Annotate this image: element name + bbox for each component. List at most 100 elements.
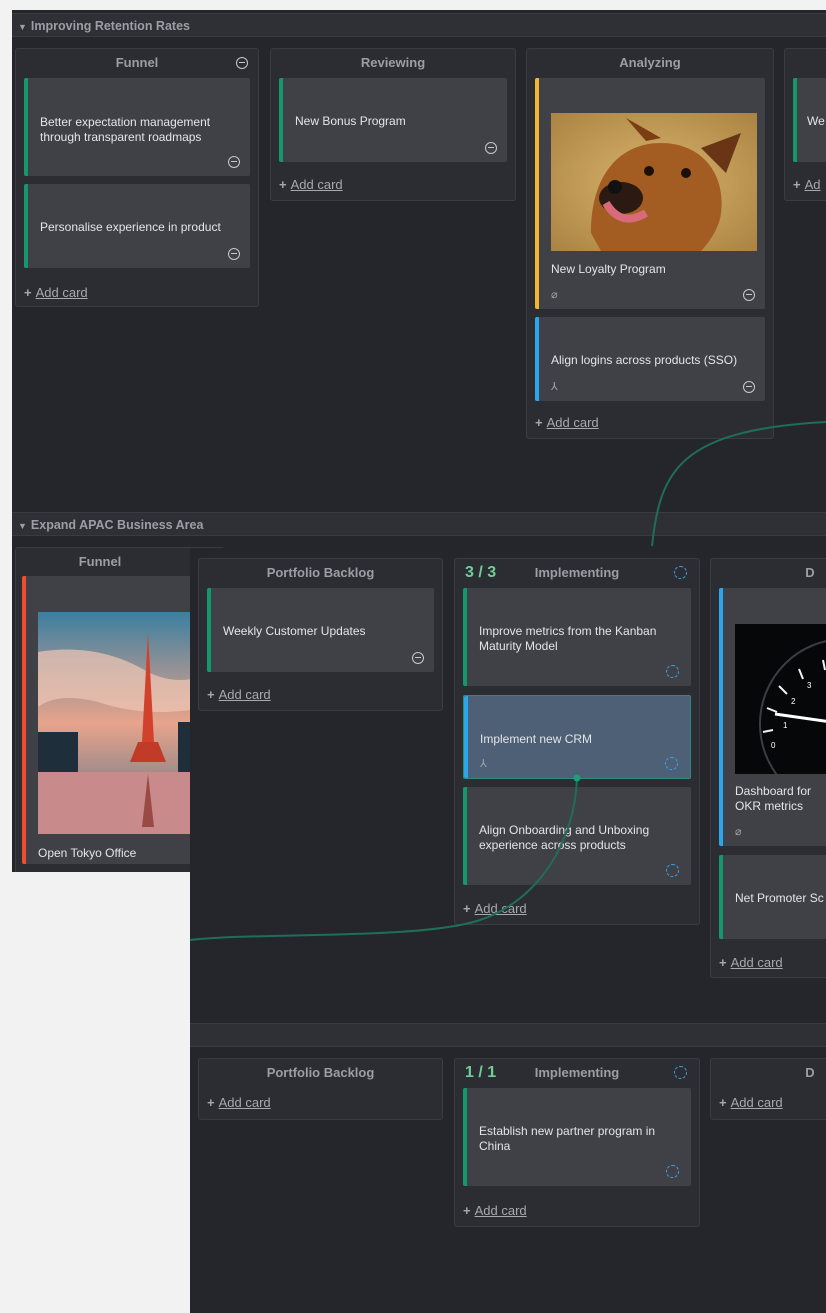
card-title: We <box>807 114 825 128</box>
plus-icon: + <box>279 177 287 192</box>
plus-icon: + <box>793 177 801 192</box>
attachment-icon: ⌀ <box>551 289 558 301</box>
add-card-link[interactable]: + Add card <box>279 177 343 192</box>
card-color-bar <box>24 184 28 268</box>
progress-ring-icon <box>666 665 679 678</box>
column-portfolio-backlog: Portfolio Backlog Weekly Customer Update… <box>198 558 443 711</box>
column-reviewing: Reviewing New Bonus Program + Add card <box>270 48 516 201</box>
column-portfolio-backlog-2: Portfolio Backlog + Add card <box>198 1058 443 1120</box>
progress-ring-icon <box>674 566 687 579</box>
remove-icon[interactable] <box>412 652 424 664</box>
add-card-link[interactable]: + Add card <box>463 901 527 916</box>
plus-icon: + <box>463 1203 471 1218</box>
card[interactable]: Better expectation management through tr… <box>24 78 250 176</box>
card[interactable]: Align Onboarding and Unboxing experience… <box>463 787 691 885</box>
column-implementing-2: Implementing 1 / 1 Establish new partner… <box>454 1058 700 1227</box>
column-analyzing: Analyzing New Loyalty Program ⌀ Align lo… <box>526 48 774 439</box>
card-color-bar <box>463 1088 467 1186</box>
add-card-link[interactable]: + Add card <box>535 415 599 430</box>
lane-header-unnamed[interactable] <box>190 1023 826 1047</box>
card[interactable]: 1 2 3 0 Dashboard for OKR metrics ⌀ <box>719 588 826 846</box>
speedometer-image: 1 2 3 0 <box>735 624 826 774</box>
add-card-link[interactable]: + Add card <box>463 1203 527 1218</box>
card-color-bar <box>719 855 723 939</box>
card-color-bar <box>719 588 723 846</box>
card-title: Align logins across products (SSO) <box>551 353 738 367</box>
add-card-link[interactable]: + Add card <box>207 1095 271 1110</box>
lane-title: Improving Retention Rates <box>30 19 190 33</box>
add-card-link[interactable]: + Add card <box>207 687 271 702</box>
column-done-2: D + Add card <box>710 1058 826 1120</box>
card-title: Implement new CRM <box>480 732 593 746</box>
remove-icon[interactable] <box>228 156 240 168</box>
plus-icon: + <box>463 901 471 916</box>
collapse-icon[interactable]: ▼ <box>18 22 27 32</box>
card-color-bar <box>24 78 28 176</box>
card[interactable]: Open Tokyo Office <box>22 576 228 864</box>
plus-icon: + <box>535 415 543 430</box>
column-partial: We + Ad <box>784 48 826 201</box>
wip-limit: 3 / 3 <box>465 564 497 581</box>
plus-icon: + <box>719 955 727 970</box>
card-title: Align Onboarding and Unboxing experience… <box>479 823 650 852</box>
progress-ring-icon <box>665 757 678 770</box>
hierarchy-icon: ⅄ <box>480 758 487 770</box>
lane-header-retention[interactable]: ▼ Improving Retention Rates <box>12 13 826 37</box>
progress-ring-icon <box>674 1066 687 1079</box>
plus-icon: + <box>719 1095 727 1110</box>
card[interactable]: New Bonus Program <box>279 78 507 162</box>
card-selected[interactable]: Implement new CRM ⅄ <box>463 695 691 779</box>
wip-limit: 1 / 1 <box>465 1064 497 1081</box>
card-title: Establish new partner program in China <box>479 1124 656 1153</box>
card-title: Dashboard for OKR metrics <box>735 784 812 813</box>
column-done: D 1 2 3 0 Dashboard for OKR metrics ⌀ Ne… <box>710 558 826 978</box>
column-funnel: Funnel Better expectation management thr… <box>15 48 259 307</box>
svg-text:3: 3 <box>807 681 812 690</box>
column-title: Funnel <box>115 55 159 70</box>
card[interactable]: Personalise experience in product <box>24 184 250 268</box>
svg-text:0: 0 <box>771 741 776 750</box>
add-card-link[interactable]: + Add card <box>719 1095 783 1110</box>
card-color-bar <box>535 317 539 401</box>
svg-text:2: 2 <box>791 697 796 706</box>
card[interactable]: We <box>793 78 826 162</box>
card[interactable]: Improve metrics from the Kanban Maturity… <box>463 588 691 686</box>
svg-text:1: 1 <box>783 721 788 730</box>
remove-icon[interactable] <box>743 289 755 301</box>
remove-icon[interactable] <box>485 142 497 154</box>
lane-header-apac[interactable]: ▼ Expand APAC Business Area <box>12 512 826 536</box>
card-color-bar <box>464 696 468 778</box>
collapse-column-icon[interactable] <box>236 57 248 69</box>
card-title: New Bonus Program <box>295 114 406 128</box>
card-color-bar <box>207 588 211 672</box>
add-card-link[interactable]: + Add card <box>24 285 88 300</box>
add-card-link[interactable]: + Ad <box>793 177 821 192</box>
lane-title: Expand APAC Business Area <box>30 518 204 532</box>
remove-icon[interactable] <box>743 381 755 393</box>
card-title: Weekly Customer Updates <box>223 624 366 638</box>
plus-icon: + <box>24 285 32 300</box>
collapse-icon[interactable]: ▼ <box>18 521 27 531</box>
card[interactable]: Net Promoter Sc <box>719 855 826 939</box>
progress-ring-icon <box>666 864 679 877</box>
attachment-icon: ⌀ <box>735 826 742 838</box>
remove-icon[interactable] <box>228 248 240 260</box>
column-title: Reviewing <box>360 55 426 70</box>
card[interactable]: Establish new partner program in China <box>463 1088 691 1186</box>
progress-ring-icon <box>666 1165 679 1178</box>
column-title: D <box>805 565 815 580</box>
card-color-bar <box>793 78 797 162</box>
front-board: Portfolio Backlog Weekly Customer Update… <box>190 548 826 1313</box>
card[interactable]: Weekly Customer Updates <box>207 588 434 672</box>
card-color-bar <box>279 78 283 162</box>
plus-icon: + <box>207 1095 215 1110</box>
card-title: New Loyalty Program <box>551 262 666 276</box>
card-title: Open Tokyo Office <box>38 846 137 860</box>
hierarchy-icon: ⅄ <box>551 381 558 393</box>
card[interactable]: New Loyalty Program ⌀ <box>535 78 765 309</box>
add-card-link[interactable]: + Add card <box>719 955 783 970</box>
card[interactable]: Align logins across products (SSO) ⅄ <box>535 317 765 401</box>
column-title: D <box>805 1065 815 1080</box>
plus-icon: + <box>207 687 215 702</box>
card-title: Better expectation management through tr… <box>40 115 211 144</box>
